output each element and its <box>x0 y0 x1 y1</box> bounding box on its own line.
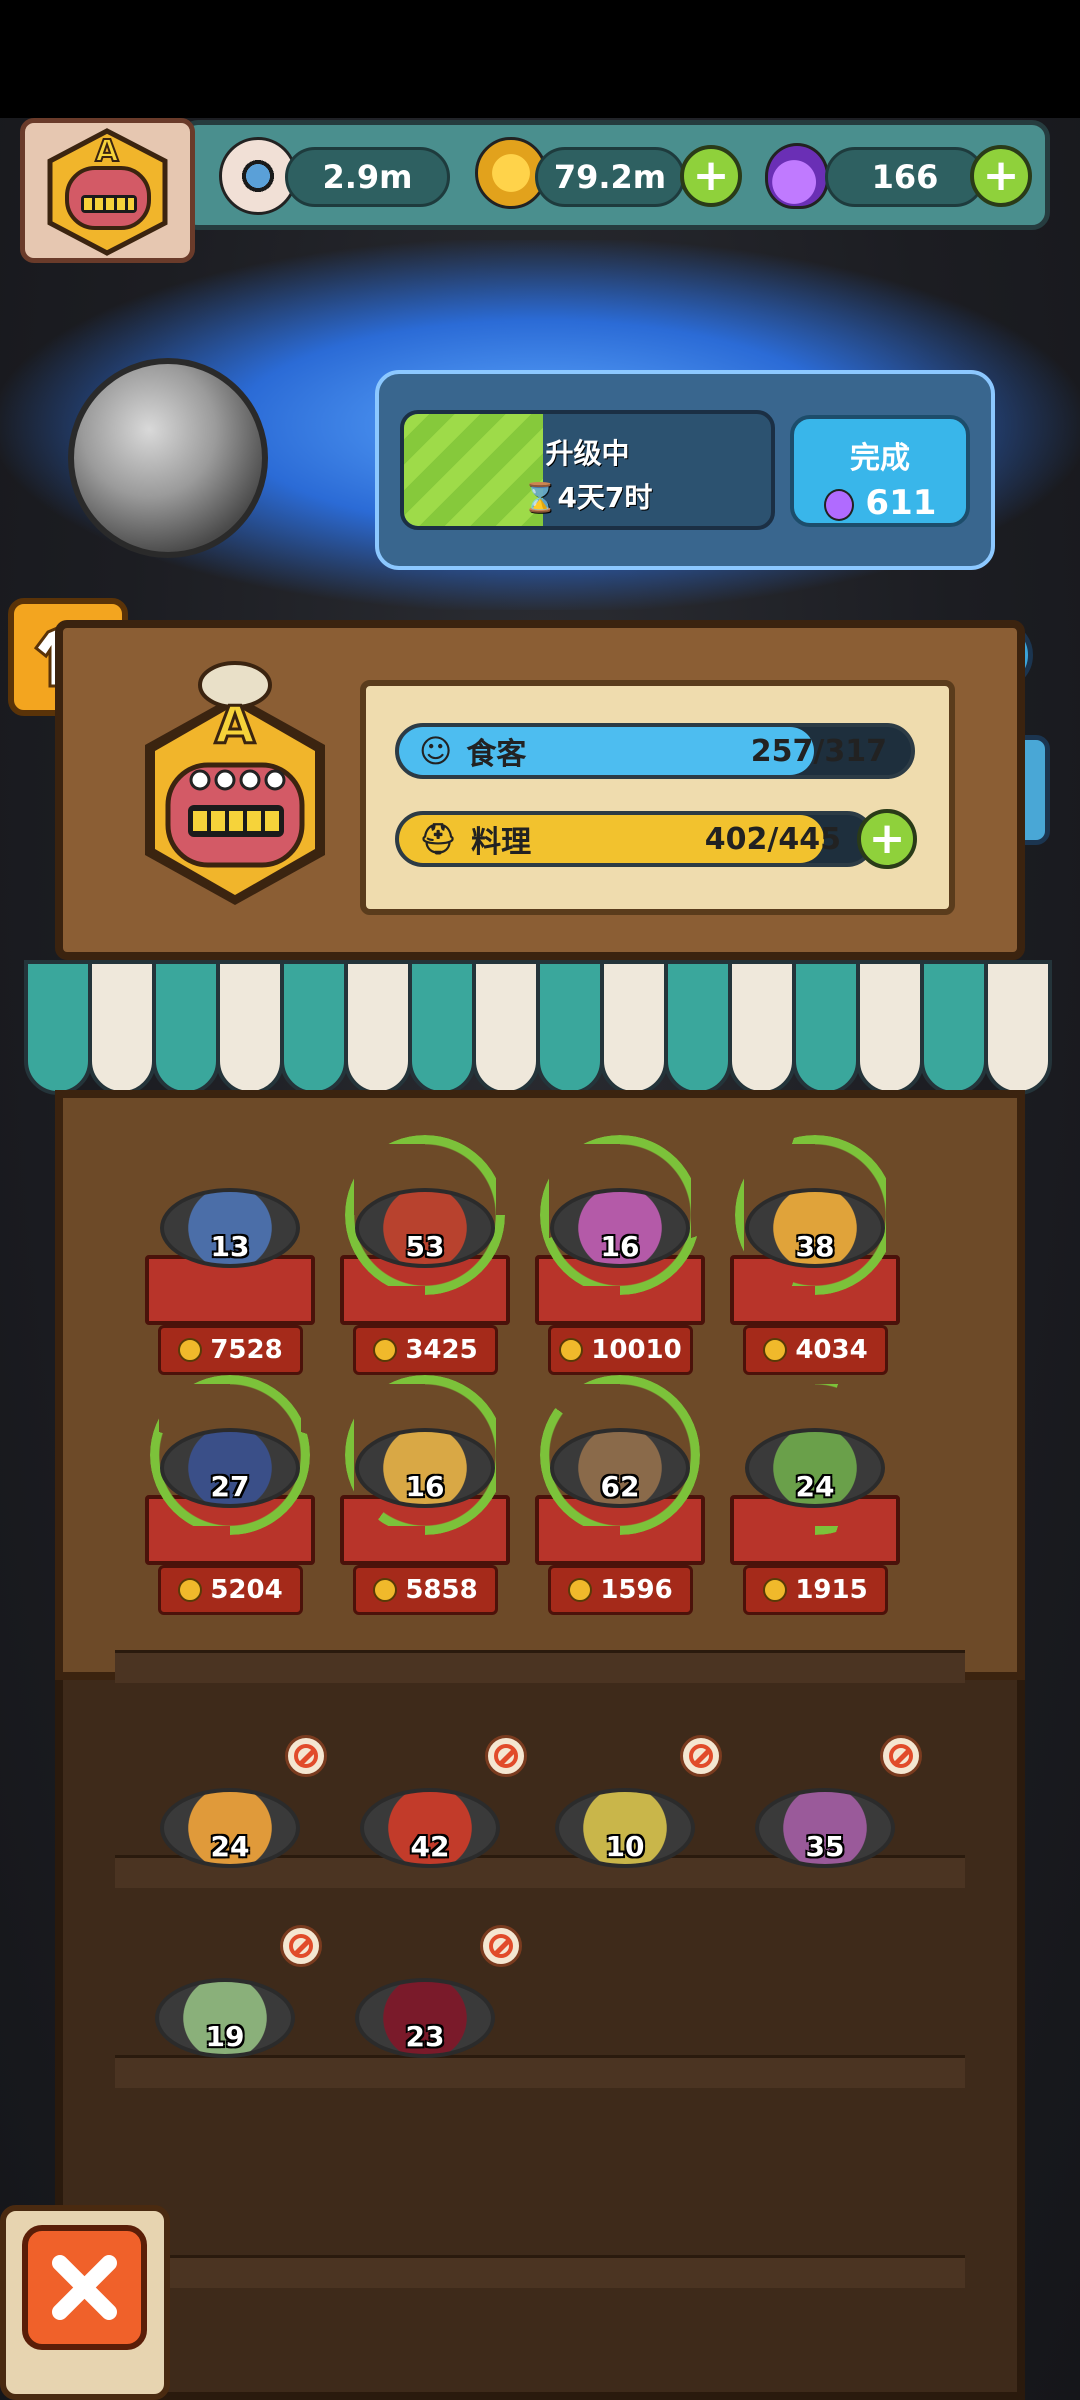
coin-icon <box>763 1578 788 1602</box>
cloche-icon: ⛑ <box>419 821 458 857</box>
dish-count: 24 <box>795 1470 835 1503</box>
crystal-orb-icon <box>68 358 268 558</box>
dish-price-value: 3425 <box>405 1335 478 1365</box>
coins-counter: 79.2m <box>535 147 685 207</box>
stored-dish[interactable]: 35 <box>750 1760 900 1880</box>
diners-value: 257/317 <box>750 733 887 769</box>
dish-price: 5204 <box>158 1565 303 1615</box>
dish-count: 19 <box>205 2020 245 2053</box>
dish-price-value: 7528 <box>210 1335 283 1365</box>
grade-letter: A <box>215 696 255 756</box>
coin-icon <box>568 1578 593 1602</box>
displayed-dish[interactable]: 16 <box>350 1400 500 1520</box>
dish-price: 4034 <box>743 1325 888 1375</box>
dish-count: 38 <box>795 1230 835 1263</box>
dish-count: 23 <box>405 2020 445 2053</box>
potions-counter: 166 <box>825 147 985 207</box>
dish-count: 35 <box>805 1830 845 1863</box>
stored-dish[interactable]: 24 <box>155 1760 305 1880</box>
monster-icon: A <box>47 128 168 256</box>
add-potions-button[interactable]: + <box>970 145 1032 207</box>
coin-icon <box>559 1338 584 1362</box>
stats-panel <box>360 680 955 915</box>
close-icon <box>52 2255 117 2320</box>
displayed-dish[interactable]: 38 <box>740 1160 890 1280</box>
dish-price-value: 5858 <box>405 1575 478 1605</box>
close-button[interactable] <box>22 2225 147 2350</box>
coin-icon <box>373 1338 398 1362</box>
displayed-dish[interactable]: 13 <box>155 1160 305 1280</box>
potion-icon <box>823 488 854 521</box>
dish-price: 1596 <box>548 1565 693 1615</box>
dish-price: 1915 <box>743 1565 888 1615</box>
dish-price: 7528 <box>158 1325 303 1375</box>
potion-icon <box>765 143 829 209</box>
displayed-dish[interactable]: 27 <box>155 1400 305 1520</box>
coin-icon <box>373 1578 398 1602</box>
dish-price: 3425 <box>353 1325 498 1375</box>
stored-dish[interactable]: 42 <box>355 1760 505 1880</box>
dish-count: 16 <box>600 1230 640 1263</box>
shelf-plank <box>115 1650 965 1683</box>
dish-price-value: 1915 <box>795 1575 868 1605</box>
restaurant-grade-badge: A <box>130 655 340 910</box>
dishes-bar: ⛑ 料理 402/445 <box>395 811 875 867</box>
stored-dish[interactable]: 10 <box>550 1760 700 1880</box>
finish-label: 完成 <box>850 441 910 476</box>
svg-text:A: A <box>95 134 119 169</box>
diners-label: 食客 <box>466 737 527 772</box>
dish-price-value: 1596 <box>600 1575 673 1605</box>
dish-count: 24 <box>210 1830 250 1863</box>
finish-upgrade-button[interactable]: 完成 611 <box>790 415 970 527</box>
dish-count: 53 <box>405 1230 445 1263</box>
stored-dish[interactable]: 19 <box>150 1950 300 2070</box>
dish-count: 27 <box>210 1470 250 1503</box>
add-coins-button[interactable]: + <box>680 145 742 207</box>
resource-bar: 2.9m 79.2m + 166 + <box>180 120 1050 230</box>
dish-price: 5858 <box>353 1565 498 1615</box>
dish-price-value: 5204 <box>210 1575 283 1605</box>
dish-count: 42 <box>410 1830 450 1863</box>
dish-price: 10010 <box>548 1325 693 1375</box>
upgrade-progress-bar: 升级中 ⌛4天7时 <box>400 410 775 530</box>
displayed-dish[interactable]: 24 <box>740 1400 890 1520</box>
coin-icon <box>178 1338 203 1362</box>
dish-count: 16 <box>405 1470 445 1503</box>
displayed-dish[interactable]: 62 <box>545 1400 695 1520</box>
dish-price-value: 4034 <box>795 1335 868 1365</box>
dish-price-value: 10010 <box>591 1335 682 1365</box>
upgrade-status-label: 升级中 <box>545 437 630 470</box>
diner-icon: ☺ <box>419 732 453 770</box>
coin-icon <box>763 1338 788 1362</box>
status-bar <box>0 0 1080 118</box>
dishes-label: 料理 <box>471 825 532 860</box>
displayed-dish[interactable]: 53 <box>350 1160 500 1280</box>
eyes-counter: 2.9m <box>285 147 450 207</box>
dish-count: 10 <box>605 1830 645 1863</box>
stored-dish[interactable]: 23 <box>350 1950 500 2070</box>
upgrade-timer: ⌛4天7时 <box>522 481 653 514</box>
shelf-plank <box>115 2255 965 2288</box>
monster-chef-icon: A <box>145 661 325 905</box>
dishes-value: 402/445 <box>704 821 841 857</box>
add-dishes-button[interactable]: + <box>857 809 917 869</box>
diners-bar: ☺ 食客 257/317 <box>395 723 915 779</box>
displayed-dish[interactable]: 16 <box>545 1160 695 1280</box>
coin-icon <box>178 1578 203 1602</box>
dish-count: 13 <box>210 1230 250 1263</box>
finish-cost: 611 <box>865 483 937 523</box>
hourglass-icon: ⌛ <box>522 481 558 514</box>
dish-count: 62 <box>600 1470 640 1503</box>
shop-awning <box>24 960 1052 1095</box>
